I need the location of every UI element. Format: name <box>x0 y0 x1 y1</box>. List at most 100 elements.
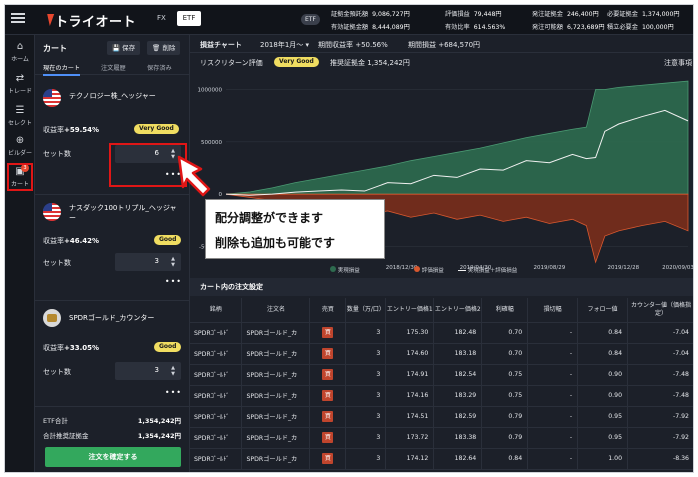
rating-badge: Very Good <box>134 124 179 134</box>
cart-delete-button[interactable]: 🗑 削除 <box>147 41 181 55</box>
nav-builder-label: ビルダー <box>7 150 32 157</box>
annotation-line2: 削除も追加も可能です <box>215 236 336 250</box>
period-selector[interactable]: 2018年1月〜 ▾ <box>260 40 309 50</box>
cell-take-profit: 0.75 <box>481 385 529 407</box>
tab-etf[interactable]: ETF <box>177 11 201 26</box>
cart-panel: カート 💾 保存 🗑 削除 現在のカート 注文履歴 保存済み テクノロジー株_ヘ… <box>35 35 190 472</box>
annotation-arrow <box>177 155 211 197</box>
chart-legend: 実現損益 評価損益 実現損益＋評価損益 <box>190 263 693 277</box>
logo-text: トライオート <box>55 14 137 30</box>
set-label: セット数 <box>43 150 71 158</box>
table-row[interactable]: SPDRｺﾞｰﾙﾄﾞ SPDRゴールド_カ買 3 174.60 183.18 0.70-0… <box>190 343 693 365</box>
cell-counter: -7.04 <box>627 343 693 365</box>
cell-quantity: 3 <box>345 343 387 365</box>
table-row[interactable]: SPDRｺﾞｰﾙﾄﾞ SPDRゴールド_カ買 3 175.30 182.48 0.70-0… <box>190 322 693 344</box>
stepper-arrows-icon[interactable]: ▲ ▼ <box>171 365 175 377</box>
cart-save-button[interactable]: 💾 保存 <box>107 41 141 55</box>
cell-counter: -7.48 <box>627 385 693 407</box>
stat-effective-margin: 有効証拠金額 8,444,089円 <box>331 24 410 31</box>
us-flag-icon <box>43 89 61 107</box>
set-count-stepper[interactable]: 3 ▲ ▼ <box>115 253 181 271</box>
nav-trade-label: トレード <box>7 88 32 95</box>
table-row[interactable]: SPDRｺﾞｰﾙﾄﾞ SPDRゴールド_カ買 3 173.72 183.38 0.79-0… <box>190 427 693 449</box>
nav-select[interactable]: ☰ セレクト <box>5 105 35 127</box>
table-row[interactable]: SPDRｺﾞｰﾙﾄﾞ SPDRゴールド_カ買 3 174.16 183.29 0.75-0… <box>190 385 693 407</box>
cell-side: 買 <box>309 427 347 449</box>
cell-side: 買 <box>309 343 347 365</box>
cell-quantity: 3 <box>345 364 387 386</box>
home-icon: ⌂ <box>16 41 24 52</box>
stepper-arrows-icon[interactable]: ▲ ▼ <box>171 256 175 268</box>
cell-stop-loss: - <box>527 322 579 344</box>
orders-title: カート内の注文設定 <box>190 278 693 296</box>
tab-current-cart[interactable]: 現在のカート <box>43 63 81 76</box>
annotation-line1: 配分調整ができます <box>215 211 324 225</box>
cell-follow: 0.90 <box>577 364 629 386</box>
cell-quantity: 3 <box>345 427 387 449</box>
notes-link[interactable]: 注意事項 <box>664 58 692 68</box>
set-count-value: 3 <box>154 257 159 265</box>
cell-symbol: SPDRｺﾞｰﾙﾄﾞ <box>190 343 243 365</box>
col-side: 売買 <box>309 298 347 323</box>
more-options-icon[interactable]: ••• <box>165 277 182 286</box>
cell-quantity: 3 <box>345 406 387 428</box>
cell-entry1: 173.72 <box>385 427 435 449</box>
cell-entry2: 182.54 <box>433 364 483 386</box>
nav-home[interactable]: ⌂ ホーム <box>5 41 35 63</box>
app-window: トライオート FX ETF ETF 証拠金預託額 9,086,727円 評価損益 7… <box>4 4 694 473</box>
item-rate: 収益率+46.42% <box>43 237 100 245</box>
cell-entry1: 175.30 <box>385 322 435 344</box>
tab-saved[interactable]: 保存済み <box>147 63 172 72</box>
nav-trade[interactable]: ⇄ トレード <box>5 73 35 95</box>
cell-stop-loss: - <box>527 385 579 407</box>
table-row[interactable]: SPDRｺﾞｰﾙﾄﾞ SPDRゴールド_カ買 3 174.12 182.64 0.84-1… <box>190 448 693 470</box>
col-take-profit: 利確幅 <box>481 298 529 323</box>
logo[interactable]: トライオート <box>42 11 137 30</box>
cell-order-name: SPDRゴールド_カ <box>241 343 311 365</box>
cell-entry2: 183.29 <box>433 385 483 407</box>
cell-take-profit: 0.79 <box>481 406 529 428</box>
cell-side: 買 <box>309 322 347 344</box>
nav-builder[interactable]: ⊕ ビルダー <box>5 135 35 157</box>
top-bar: トライオート FX ETF ETF 証拠金預託額 9,086,727円 評価損益 7… <box>5 5 693 35</box>
period-rate: 期間収益率 +50.56% <box>318 41 388 49</box>
cell-counter: -7.92 <box>627 406 693 428</box>
cell-counter: -7.92 <box>627 427 693 449</box>
cell-take-profit: 0.75 <box>481 364 529 386</box>
item-rate: 収益率+59.54% <box>43 126 100 134</box>
table-row[interactable]: SPDRｺﾞｰﾙﾄﾞ SPDRゴールド_カ買 3 174.51 182.59 0.79-0… <box>190 406 693 428</box>
buy-badge: 買 <box>322 432 334 443</box>
cell-entry2: 183.18 <box>433 343 483 365</box>
etf-total-label: ETF合計 <box>43 417 68 425</box>
item-name[interactable]: ナスダック100トリプル_ヘッジャー <box>69 203 179 223</box>
cell-entry2: 182.64 <box>433 448 483 470</box>
y-tick-label: 1000000 <box>198 87 223 93</box>
cell-follow: 0.95 <box>577 427 629 449</box>
confirm-order-button[interactable]: 注文を確定する <box>45 447 181 467</box>
tab-order-history[interactable]: 注文履歴 <box>101 63 126 72</box>
tab-fx[interactable]: FX <box>157 14 166 22</box>
item-rate: 収益率+33.05% <box>43 344 100 352</box>
hamburger-menu-icon[interactable] <box>11 11 25 25</box>
cell-entry2: 183.38 <box>433 427 483 449</box>
cell-side: 買 <box>309 385 347 407</box>
set-count-stepper[interactable]: 3 ▲ ▼ <box>115 362 181 380</box>
cell-symbol: SPDRｺﾞｰﾙﾄﾞ <box>190 385 243 407</box>
set-count-value: 3 <box>154 366 159 374</box>
table-row[interactable]: SPDRｺﾞｰﾙﾄﾞ SPDRゴールド_カ買 3 174.91 182.54 0.75-0… <box>190 364 693 386</box>
item-name[interactable]: テクノロジー株_ヘッジャー <box>69 91 184 101</box>
cell-entry2: 182.59 <box>433 406 483 428</box>
buy-badge: 買 <box>322 453 334 464</box>
item-name[interactable]: SPDRゴールド_カウンター <box>69 313 184 323</box>
orders-table: 銘柄 注文名 売買 数量（万/口） エントリー価格1 エントリー価格2 利確幅 … <box>190 298 693 470</box>
cell-symbol: SPDRｺﾞｰﾙﾄﾞ <box>190 448 243 470</box>
cell-entry2: 182.48 <box>433 322 483 344</box>
buy-badge: 買 <box>322 348 334 359</box>
chart-header: 損益チャート 2018年1月〜 ▾ 期間収益率 +50.56% 期間損益 +68… <box>190 35 693 53</box>
col-stop-loss: 損切幅 <box>527 298 579 323</box>
rating-badge: Good <box>154 342 182 352</box>
col-entry1: エントリー価格1 <box>385 298 435 323</box>
cell-symbol: SPDRｺﾞｰﾙﾄﾞ <box>190 322 243 344</box>
cell-entry1: 174.16 <box>385 385 435 407</box>
more-options-icon[interactable]: ••• <box>165 388 182 397</box>
